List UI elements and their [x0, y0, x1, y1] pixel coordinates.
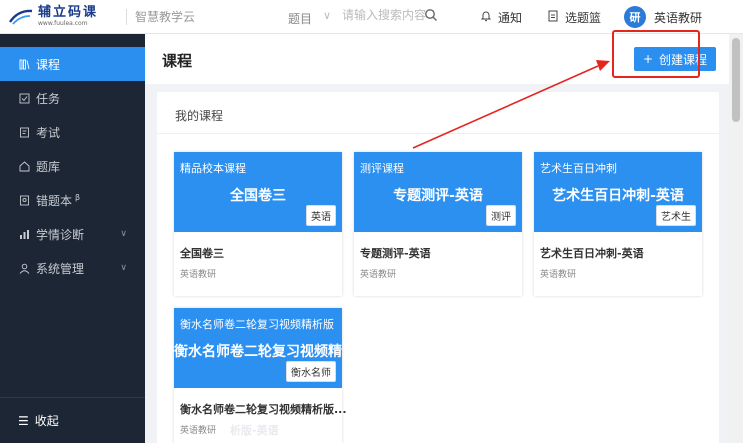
sidebar-item-exam[interactable]: 考试	[0, 115, 145, 149]
sidebar-item-label: 题库	[36, 159, 61, 174]
beta-badge: β	[75, 192, 81, 202]
course-tag: 衡水名师	[286, 361, 336, 382]
scrollbar[interactable]	[729, 34, 743, 443]
chevron-down-icon: ∨	[120, 263, 127, 273]
course-card[interactable]: 精品校本课程 全国卷三 英语 全国卷三 英语教研	[174, 152, 342, 296]
header-divider	[126, 8, 127, 25]
course-name: 专题测评-英语	[360, 247, 431, 260]
collapse-label: 收起	[34, 414, 59, 428]
search-type-select[interactable]: 题目	[288, 10, 312, 27]
course-banner-title: 全国卷三	[230, 188, 286, 204]
course-author: 英语教研	[180, 270, 217, 280]
course-banner-subtitle: 测评课程	[360, 162, 404, 175]
exam-icon	[18, 126, 30, 138]
task-icon	[18, 92, 30, 104]
create-course-label: 创建课程	[659, 52, 708, 67]
course-banner-title: 专题测评-英语	[393, 188, 483, 204]
chevron-down-icon: ∨	[120, 229, 127, 239]
course-name: 全国卷三	[180, 247, 224, 260]
course-banner-subtitle: 衡水名师卷二轮复习视频精析版	[180, 318, 334, 331]
notification-label: 通知	[498, 11, 523, 25]
course-banner: 衡水名师卷二轮复习视频精析版 衡水名师卷二轮复习视频精 衡水名师	[174, 308, 342, 388]
page-header: 课程 + 创建课程	[145, 30, 729, 84]
bell-icon	[480, 10, 492, 25]
scroll-thumb[interactable]	[732, 38, 740, 122]
course-tag: 艺术生	[656, 205, 696, 226]
search-icon[interactable]	[424, 8, 438, 22]
course-banner-title: 艺术生百日冲刺-英语	[552, 188, 684, 204]
sidebar-item-label: 系统管理	[36, 261, 85, 276]
question-basket-button[interactable]: 选题篮	[547, 9, 601, 26]
notification-button[interactable]: 通知	[480, 9, 522, 26]
main-content: 课程 + 创建课程 我的课程 精品校本课程 全国卷三 英语 全国卷三 英语教研 …	[145, 30, 729, 443]
course-author: 英语教研	[540, 270, 577, 280]
course-card[interactable]: 测评课程 专题测评-英语 测评 专题测评-英语 英语教研	[354, 152, 522, 296]
course-banner-subtitle: 精品校本课程	[180, 162, 246, 175]
collapse-menu-icon: ☰	[18, 413, 29, 428]
system-icon	[18, 262, 30, 274]
sidebar-item-wrong-book[interactable]: 错题本 β	[0, 183, 145, 217]
sidebar-item-label: 错题本	[36, 193, 73, 208]
page-title: 课程	[162, 52, 193, 70]
collapse-button[interactable]: ☰ 收起	[0, 397, 145, 443]
user-menu[interactable]: 研 英语教研	[624, 6, 702, 28]
plus-icon: +	[642, 52, 654, 66]
course-name: 艺术生百日冲刺-英语	[540, 247, 644, 260]
wrong-book-icon	[18, 194, 30, 206]
sidebar-item-question-bank[interactable]: 题库	[0, 149, 145, 183]
course-icon	[18, 58, 30, 70]
course-name: 衡水名师卷二轮复习视频精析版...	[180, 403, 347, 416]
logo-text: 辅立码课	[38, 5, 99, 20]
course-banner-title: 衡水名师卷二轮复习视频精	[174, 344, 342, 360]
course-banner: 精品校本课程 全国卷三 英语	[174, 152, 342, 232]
question-basket-label: 选题篮	[565, 11, 602, 25]
sidebar-item-system[interactable]: 系统管理 ∨	[0, 251, 145, 285]
diagnosis-icon	[18, 228, 30, 240]
sidebar-item-label: 学情诊断	[36, 227, 85, 242]
question-bank-icon	[18, 160, 30, 172]
sidebar-item-diagnosis[interactable]: 学情诊断 ∨	[0, 217, 145, 251]
course-author: 英语教研	[360, 270, 397, 280]
logo-mark-icon	[8, 8, 34, 26]
chevron-down-icon[interactable]: ∨	[323, 9, 331, 22]
sidebar-item-task[interactable]: 任务	[0, 81, 145, 115]
course-tag: 英语	[306, 205, 336, 226]
my-courses-panel: 我的课程 精品校本课程 全国卷三 英语 全国卷三 英语教研 测评课程 专题测评-…	[157, 92, 719, 443]
course-card[interactable]: 艺术生百日冲刺 艺术生百日冲刺-英语 艺术生 艺术生百日冲刺-英语 英语教研	[534, 152, 702, 296]
course-banner: 测评课程 专题测评-英语 测评	[354, 152, 522, 232]
tooltip-ghost-text: 析版-英语	[230, 424, 279, 437]
course-banner-subtitle: 艺术生百日冲刺	[540, 162, 617, 175]
course-card[interactable]: 衡水名师卷二轮复习视频精析版 衡水名师卷二轮复习视频精 衡水名师 衡水名师卷二轮…	[174, 308, 347, 443]
course-author: 英语教研	[180, 426, 217, 436]
course-banner: 艺术生百日冲刺 艺术生百日冲刺-英语 艺术生	[534, 152, 702, 232]
user-name: 英语教研	[654, 10, 703, 25]
document-icon	[547, 10, 559, 25]
avatar: 研	[624, 6, 646, 28]
logo-url: www.fuulea.com	[38, 20, 88, 27]
logo[interactable]: 辅立码课 www.fuulea.com	[0, 6, 118, 27]
panel-title: 我的课程	[175, 109, 224, 123]
top-bar: 辅立码课 www.fuulea.com 智慧教学云 题目 ∨ 通知 选题篮 研 …	[0, 0, 743, 34]
sidebar-item-label: 课程	[36, 57, 61, 72]
panel-divider	[157, 133, 719, 134]
sidebar: 课程 任务 考试 题库 错题本 β 学情诊断 ∨ 系统管理 ∨ ☰ 收起	[0, 34, 145, 443]
platform-name: 智慧教学云	[135, 10, 196, 24]
sidebar-item-label: 考试	[36, 125, 61, 140]
course-tag: 测评	[486, 205, 516, 226]
sidebar-item-course[interactable]: 课程	[0, 47, 145, 81]
create-course-button[interactable]: + 创建课程	[634, 47, 716, 71]
sidebar-item-label: 任务	[36, 91, 61, 106]
